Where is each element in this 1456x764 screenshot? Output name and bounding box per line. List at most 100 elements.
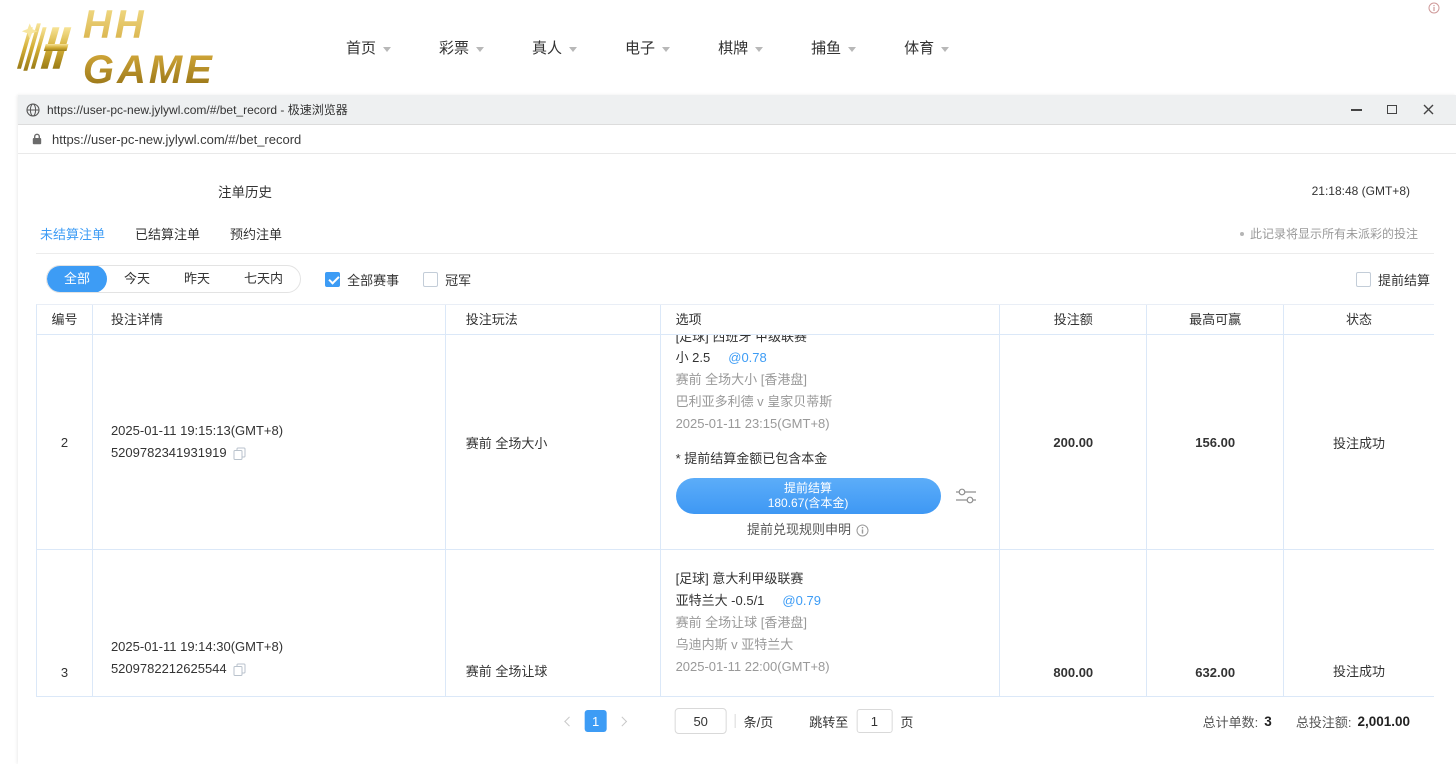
- tab-settled[interactable]: 已结算注单: [135, 224, 200, 243]
- close-icon: [1423, 104, 1434, 115]
- market-line: 赛前 全场大小 [香港盘]: [676, 369, 1000, 391]
- cashout-rule-link[interactable]: 提前兑现规则申明: [676, 521, 941, 539]
- bet-pick: 亚特兰大 -0.5/1: [676, 590, 765, 612]
- header-max-win: 最高可赢: [1147, 305, 1284, 334]
- copy-icon[interactable]: [233, 663, 246, 676]
- all-events-checkbox-group[interactable]: 全部赛事: [325, 270, 399, 289]
- site-logo[interactable]: HH GAME: [10, 3, 290, 93]
- bet-id: 5209782341931919: [111, 442, 227, 464]
- bet-play: 赛前 全场让球: [446, 550, 661, 696]
- chevron-down-icon: [569, 47, 577, 52]
- window-controls: [1338, 96, 1446, 124]
- nav-item-home[interactable]: 首页: [346, 37, 391, 58]
- total-count-value: 3: [1264, 714, 1272, 729]
- bet-time: 2025-01-11 19:14:30(GMT+8): [111, 636, 445, 658]
- close-button[interactable]: [1410, 96, 1446, 124]
- bet-time: 2025-01-11 19:15:13(GMT+8): [111, 420, 445, 442]
- bet-id: 5209782212625544: [111, 658, 227, 680]
- total-amount-value: 2,001.00: [1357, 714, 1410, 729]
- table-row: 3 2025-01-11 19:14:30(GMT+8) 52097822126…: [37, 550, 1434, 697]
- nav-item-cards[interactable]: 棋牌: [718, 37, 763, 58]
- match-line: 乌迪内斯 v 亚特兰大: [676, 634, 1000, 656]
- header-status: 状态: [1284, 305, 1434, 334]
- chevron-down-icon: [755, 47, 763, 52]
- header-option: 选项: [661, 305, 1001, 334]
- chevron-left-icon: [564, 716, 574, 726]
- chevron-down-icon: [383, 47, 391, 52]
- range-yesterday-button[interactable]: 昨天: [167, 266, 227, 292]
- browser-titlebar[interactable]: https://user-pc-new.jylywl.com/#/bet_rec…: [18, 95, 1456, 125]
- header-play: 投注玩法: [446, 305, 661, 334]
- bet-status: 投注成功: [1284, 550, 1434, 696]
- nav-item-fishing[interactable]: 捕鱼: [811, 37, 856, 58]
- all-events-checkbox[interactable]: [325, 272, 340, 287]
- minimize-icon: [1351, 109, 1362, 111]
- match-line: 巴利亚多利德 v 皇家贝蒂斯: [676, 391, 1000, 413]
- page-size-input[interactable]: [675, 708, 727, 734]
- bet-amount: 800.00: [1000, 550, 1147, 696]
- tab-unsettled[interactable]: 未结算注单: [40, 224, 105, 243]
- nav-item-lottery[interactable]: 彩票: [439, 37, 484, 58]
- bet-table: 编号 投注详情 投注玩法 选项 投注额 最高可赢 状态 2 2025-01-11…: [36, 304, 1434, 697]
- cashout-adjust-icon[interactable]: [955, 487, 977, 505]
- page-title: 注单历史: [218, 181, 272, 201]
- next-page-button[interactable]: [613, 710, 635, 732]
- floating-help-icon[interactable]: [1428, 1, 1440, 19]
- nav-item-slots[interactable]: 电子: [625, 37, 670, 58]
- odds-value[interactable]: @0.79: [782, 590, 821, 612]
- url-text: https://user-pc-new.jylywl.com/#/bet_rec…: [52, 132, 301, 147]
- date-range-group: 全部 今天 昨天 七天内: [46, 265, 301, 293]
- bet-option-cell[interactable]: [足球] 意大利甲级联赛 亚特兰大 -0.5/1 @0.79 赛前 全场让球 […: [661, 550, 1001, 696]
- lock-icon: [30, 132, 44, 146]
- address-bar[interactable]: https://user-pc-new.jylywl.com/#/bet_rec…: [18, 125, 1456, 154]
- range-all-button[interactable]: 全部: [47, 265, 107, 293]
- server-clock: 21:18:48 (GMT+8): [1312, 184, 1410, 198]
- match-time-line: 2025-01-11 22:00(GMT+8): [676, 656, 1000, 678]
- early-settlement-checkbox-group[interactable]: 提前结算: [1356, 270, 1430, 289]
- divider: [735, 714, 736, 728]
- per-page-label: 条/页: [744, 712, 774, 731]
- nav-item-sports[interactable]: 体育: [904, 37, 949, 58]
- bet-number: 2: [37, 335, 93, 549]
- page-1-button[interactable]: 1: [585, 710, 607, 732]
- early-settlement-checkbox[interactable]: [1356, 272, 1371, 287]
- bet-pick: 小 2.5: [676, 347, 711, 369]
- champion-checkbox-group[interactable]: 冠军: [423, 270, 471, 289]
- jump-page-input[interactable]: [856, 709, 892, 733]
- main-nav: 首页 彩票 真人 电子 棋牌 捕鱼 体育: [346, 37, 949, 58]
- odds-value[interactable]: @0.78: [728, 347, 767, 369]
- logo-text: HH GAME: [83, 3, 290, 93]
- tab-reserved[interactable]: 预约注单: [230, 224, 282, 243]
- chevron-right-icon: [617, 716, 627, 726]
- header-detail: 投注详情: [93, 305, 446, 334]
- league-line: [足球] 意大利甲级联赛: [676, 568, 1000, 590]
- max-win: 632.00: [1147, 550, 1284, 696]
- titlebar-left: https://user-pc-new.jylywl.com/#/bet_rec…: [26, 101, 1338, 118]
- cashout-button[interactable]: 提前结算 180.67(含本金): [676, 478, 941, 514]
- chevron-down-icon: [662, 47, 670, 52]
- page-unit-label: 页: [900, 712, 913, 731]
- bet-status: 投注成功: [1284, 335, 1434, 549]
- total-count-label: 总计单数:: [1203, 712, 1259, 731]
- range-seven-days-button[interactable]: 七天内: [227, 266, 300, 292]
- maximize-button[interactable]: [1374, 96, 1410, 124]
- principal-note: * 提前结算金额已包含本金: [676, 449, 1000, 469]
- chevron-down-icon: [941, 47, 949, 52]
- bet-option-cell[interactable]: [足球] 西班牙 甲级联赛 小 2.5 @0.78 赛前 全场大小 [香港盘] …: [661, 335, 1001, 549]
- copy-icon[interactable]: [233, 447, 246, 460]
- chevron-down-icon: [476, 47, 484, 52]
- prev-page-button[interactable]: [557, 710, 579, 732]
- info-icon: [856, 524, 869, 537]
- table-header: 编号 投注详情 投注玩法 选项 投注额 最高可赢 状态: [37, 305, 1434, 335]
- nav-item-live[interactable]: 真人: [532, 37, 577, 58]
- bet-amount: 200.00: [1000, 335, 1147, 549]
- match-time-line: 2025-01-11 23:15(GMT+8): [676, 413, 1000, 435]
- bullet-icon: [1240, 232, 1244, 236]
- jump-to-label: 跳转至: [809, 712, 848, 731]
- total-amount-label: 总投注额:: [1296, 712, 1352, 731]
- minimize-button[interactable]: [1338, 96, 1374, 124]
- champion-checkbox[interactable]: [423, 272, 438, 287]
- browser-window: https://user-pc-new.jylywl.com/#/bet_rec…: [18, 95, 1456, 764]
- range-today-button[interactable]: 今天: [107, 266, 167, 292]
- maximize-icon: [1387, 105, 1397, 114]
